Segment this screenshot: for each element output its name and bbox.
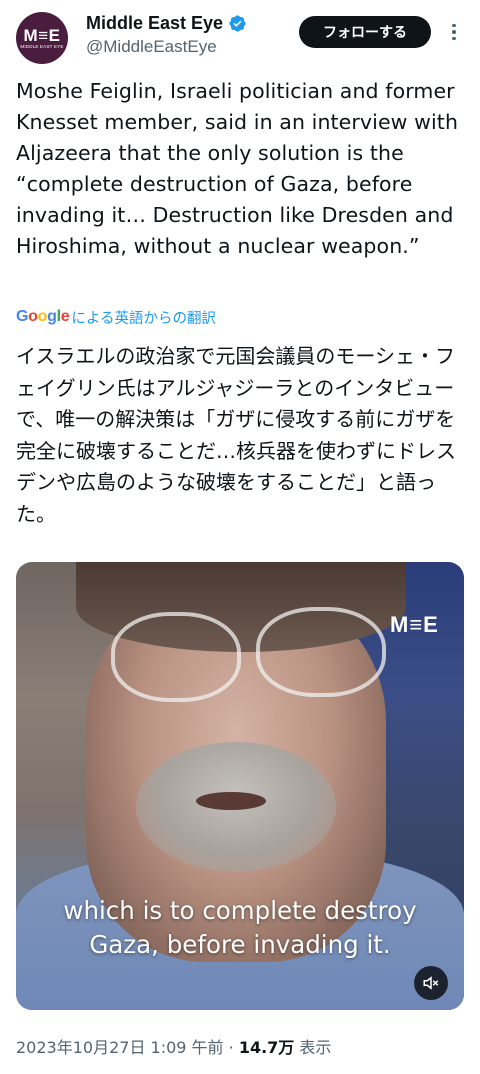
translation-label[interactable]: による英語からの翻訳 xyxy=(71,307,216,328)
video-player[interactable]: M≡E which is to complete destroy Gaza, b… xyxy=(16,562,464,1010)
avatar[interactable]: M≡E MIDDLE EAST EYE xyxy=(16,12,68,64)
caption-line-2: Gaza, before invading it. xyxy=(89,930,391,959)
mute-button[interactable] xyxy=(414,966,448,1000)
video-caption: which is to complete destroy Gaza, befor… xyxy=(16,894,464,962)
display-name-row[interactable]: Middle East Eye xyxy=(86,12,247,34)
speaker-muted-icon xyxy=(423,976,439,990)
video-glasses-right xyxy=(256,607,386,697)
follow-button[interactable]: フォローする xyxy=(299,16,431,48)
tweet-meta: 2023年10月27日 1:09 午前 · 14.7万 表示 xyxy=(16,1036,331,1060)
meta-separator: · xyxy=(223,1038,239,1057)
tweet-text: Moshe Feiglin, Israeli politician and fo… xyxy=(16,79,459,258)
google-logo: Google xyxy=(16,308,70,325)
user-names: Middle East Eye @MiddleEastEye xyxy=(86,12,247,58)
translated-text: イスラエルの政治家で元国会議員のモーシェ・フェイグリン氏はアルジャジーラとのイン… xyxy=(16,344,456,526)
timestamp[interactable]: 2023年10月27日 1:09 午前 xyxy=(16,1038,224,1057)
user-handle[interactable]: @MiddleEastEye xyxy=(86,36,247,58)
more-options-icon[interactable] xyxy=(444,18,464,46)
video-glasses-left xyxy=(111,612,241,702)
avatar-subtext: MIDDLE EAST EYE xyxy=(20,43,64,49)
tweet-header: M≡E MIDDLE EAST EYE Middle East Eye @Mid… xyxy=(16,8,464,64)
video-mouth xyxy=(196,792,266,810)
display-name[interactable]: Middle East Eye xyxy=(86,12,223,34)
views-count: 14.7万 xyxy=(238,1038,295,1057)
views-label: 表示 xyxy=(294,1038,332,1057)
translation-attribution[interactable]: Google による英語からの翻訳 xyxy=(16,305,216,329)
mee-watermark-logo: M≡E xyxy=(390,612,439,637)
verified-badge-icon xyxy=(229,14,246,32)
avatar-logo: M≡E xyxy=(23,25,61,45)
caption-line-1: which is to complete destroy xyxy=(63,896,417,925)
